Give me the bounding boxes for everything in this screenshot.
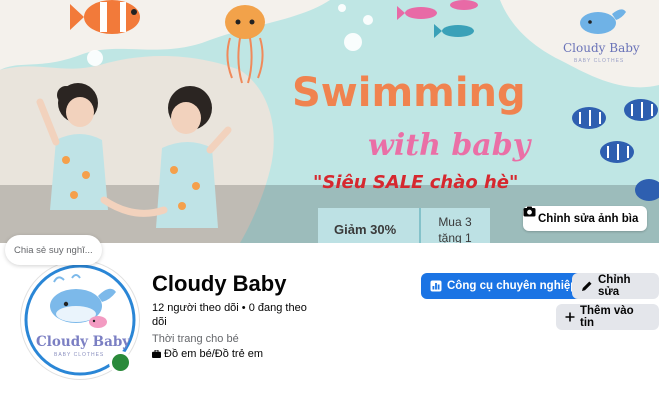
status-bubble[interactable]: Chia sẻ suy nghĩ... <box>5 235 102 265</box>
professional-tools-label: Công cụ chuyên nghiệp <box>447 280 578 292</box>
edit-cover-label: Chỉnh sửa ảnh bìa <box>538 212 639 225</box>
add-to-story-label: Thêm vào tin <box>580 305 634 329</box>
avatar-brand-sub: BABY CLOTHES <box>54 352 105 358</box>
edit-page-label: Chỉnh sửa <box>598 274 631 298</box>
page-subcategory: Đồ em bé/Đồ trẻ em <box>152 348 263 360</box>
professional-tools-button[interactable]: Công cụ chuyên nghiệp <box>421 273 587 299</box>
cover-sale-text: "Siêu SALE chào hè" <box>313 172 519 193</box>
cover-headline: Swimming <box>292 70 526 116</box>
briefcase-icon <box>152 350 161 358</box>
promo-discount: Giảm 30% <box>334 222 397 237</box>
followers-count[interactable]: 12 người theo dõi • 0 đang theo dõi <box>152 301 312 329</box>
page-title: Cloudy Baby <box>152 271 287 296</box>
cover-subheadline: with baby <box>368 128 531 163</box>
avatar-brand-name: Cloudy Baby <box>36 334 131 350</box>
cover-logo-sub: BABY CLOTHES <box>574 58 625 64</box>
plus-icon <box>565 312 575 322</box>
promo-buy-offer: Mua 3 tặng 1 <box>438 215 472 243</box>
edit-cover-button[interactable]: Chỉnh sửa ảnh bìa <box>523 206 648 231</box>
dashboard-icon <box>430 280 442 292</box>
online-status-dot <box>109 351 132 374</box>
page-subcategory-label: Đồ em bé/Đồ trẻ em <box>164 348 264 360</box>
pencil-icon <box>581 280 593 292</box>
add-to-story-button[interactable]: Thêm vào tin <box>556 304 659 330</box>
page-category: Thời trang cho bé <box>152 333 239 345</box>
cover-logo-name: Cloudy Baby <box>563 41 640 55</box>
cover-photo[interactable]: Swimming with baby "Siêu SALE chào hè" C… <box>0 0 659 243</box>
edit-page-button[interactable]: Chỉnh sửa <box>572 273 659 299</box>
